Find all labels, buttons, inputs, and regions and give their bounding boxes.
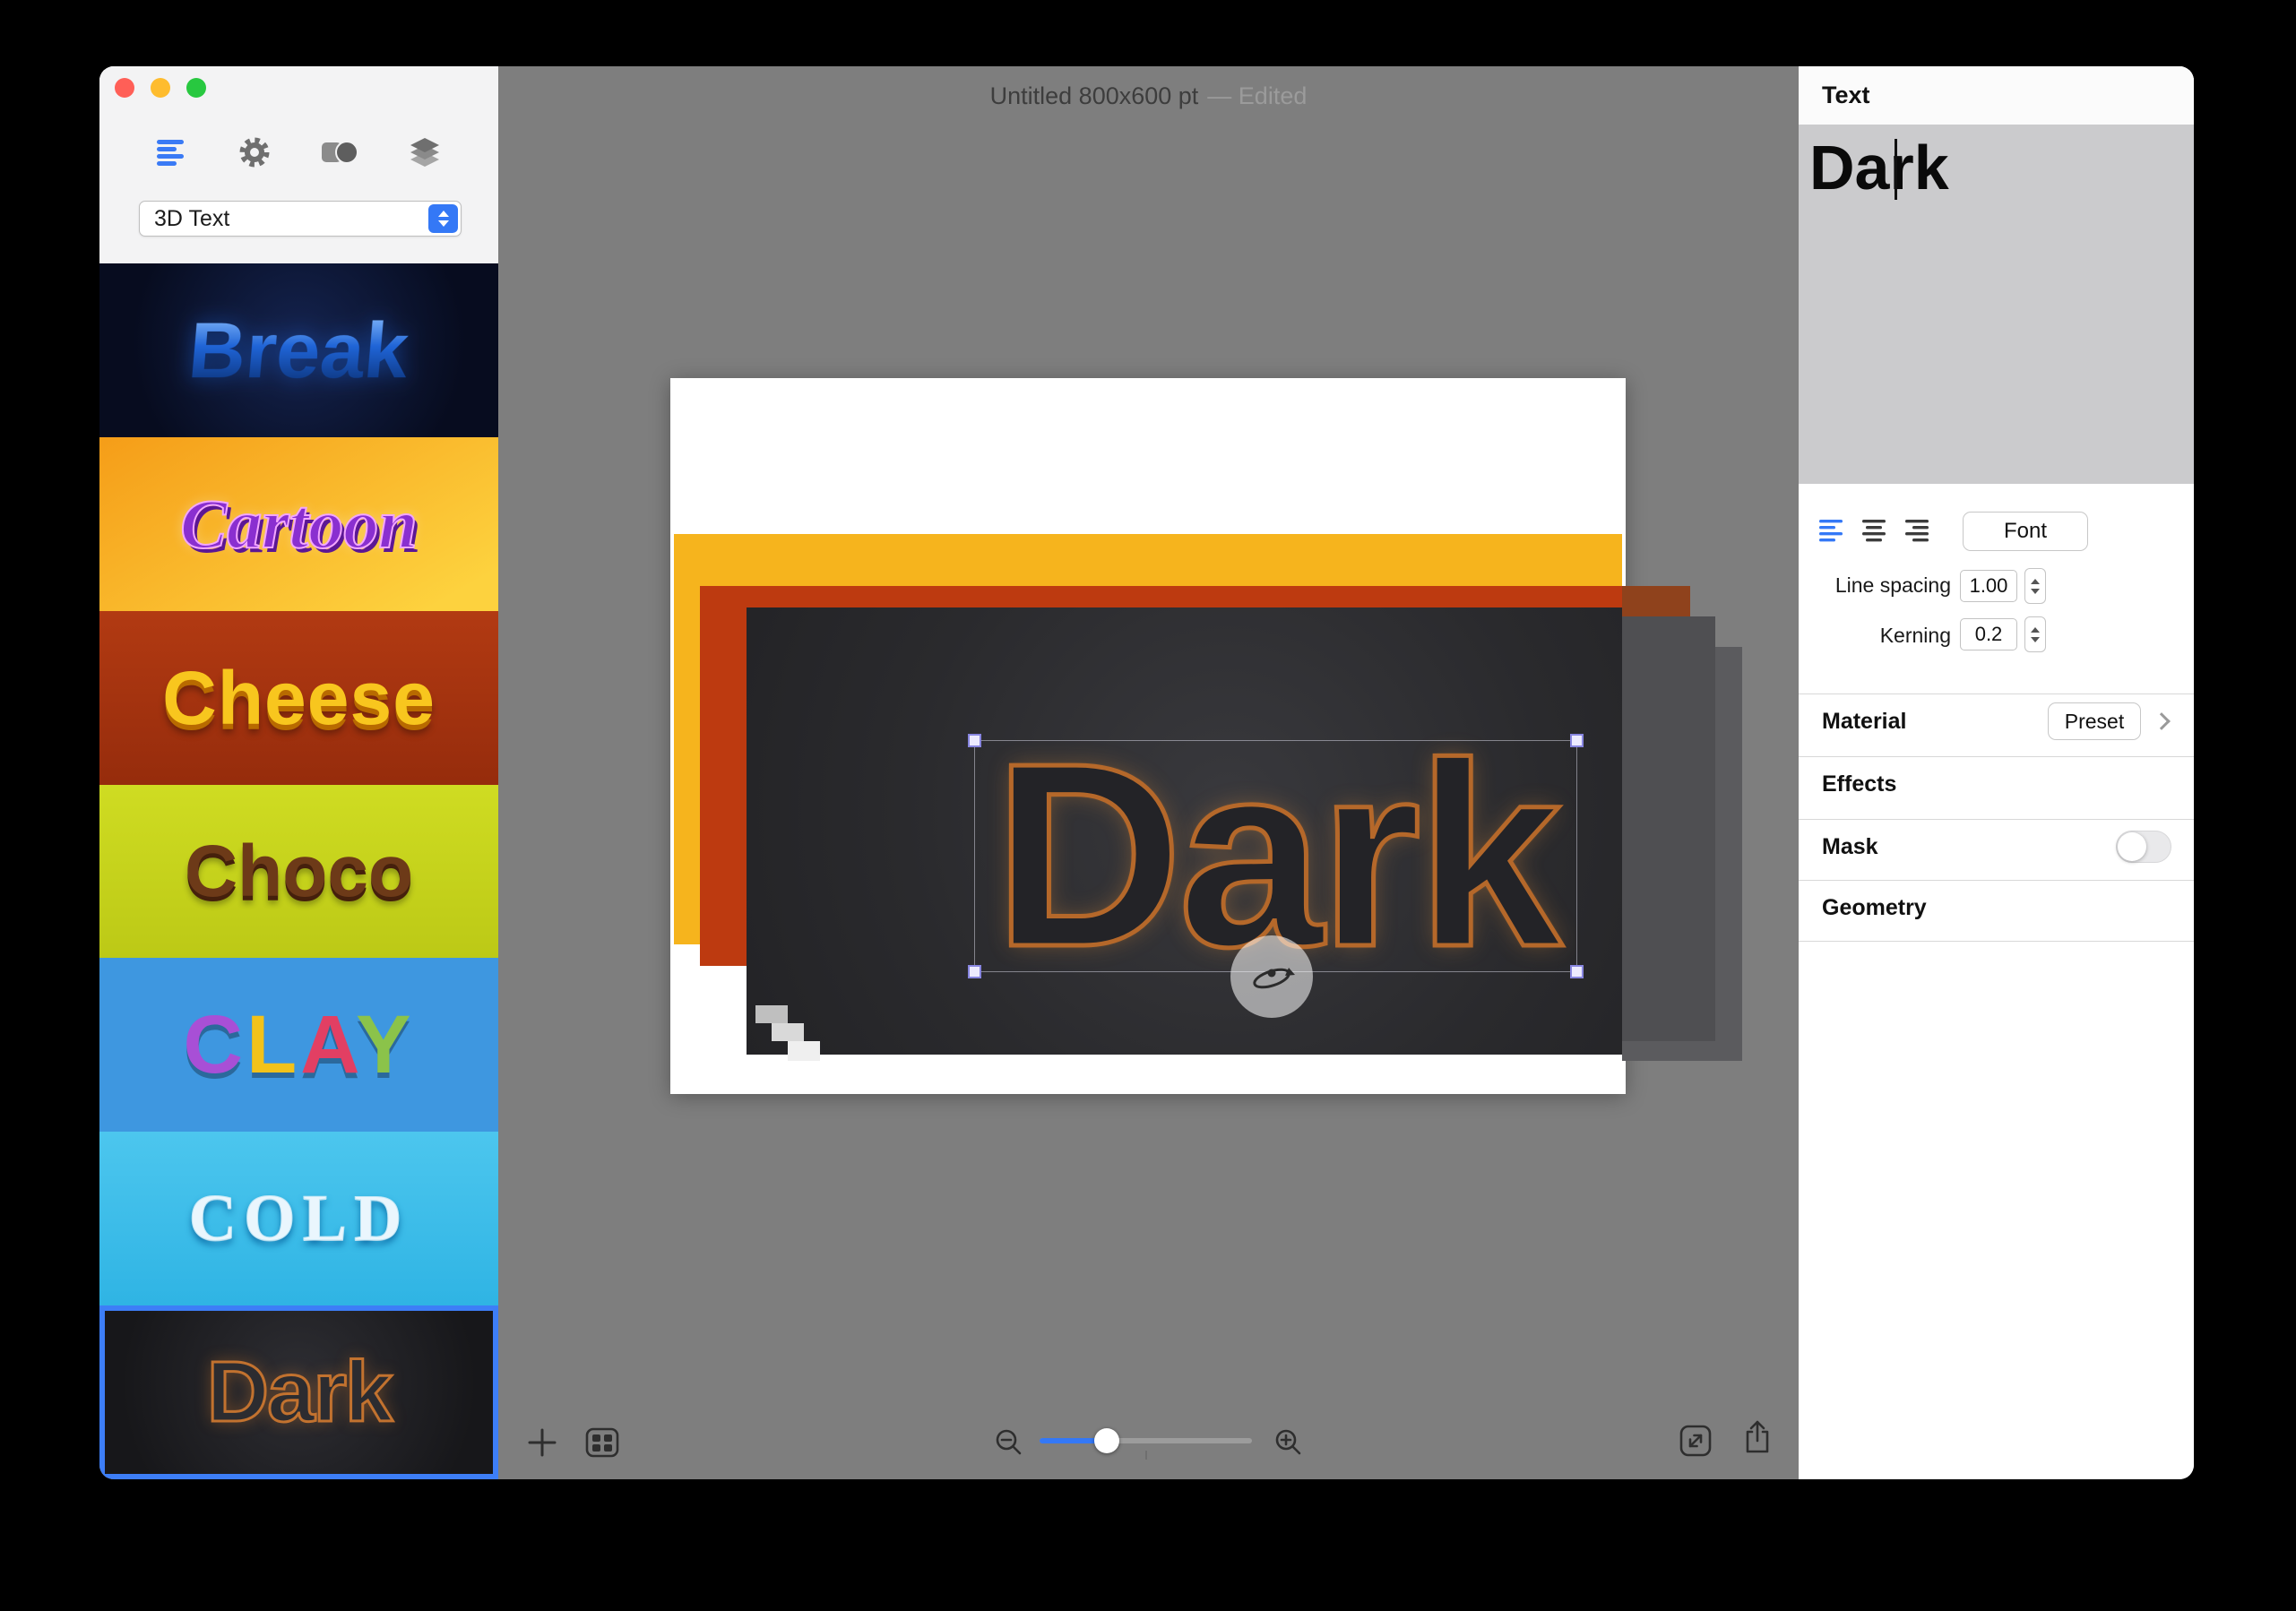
align-right-icon	[1904, 518, 1931, 543]
preset-choco[interactable]: Choco	[99, 785, 498, 959]
preset-break[interactable]: Break	[99, 263, 498, 437]
inspector-header-title: Text	[1822, 66, 1870, 125]
gear-icon	[235, 133, 274, 172]
sidebar-header: 3D Text	[99, 66, 498, 263]
selection-handle-top-left[interactable]	[968, 734, 981, 747]
align-center-button[interactable]	[1860, 518, 1890, 545]
align-left-icon	[1818, 518, 1845, 543]
line-spacing-input[interactable]	[1960, 570, 2017, 602]
material-preset-button[interactable]: Preset	[2048, 702, 2141, 740]
kerning-input[interactable]	[1960, 618, 2017, 650]
chevron-right-icon[interactable]	[2153, 712, 2171, 730]
tab-shapes-button[interactable]	[316, 131, 363, 174]
preset-choco-label: Choco	[185, 835, 413, 909]
rotate-3d-control[interactable]	[1230, 935, 1313, 1018]
magnifier-plus-icon	[1273, 1426, 1305, 1459]
resize-canvas-button[interactable]	[1674, 1419, 1717, 1462]
layer-stack-corner-step	[772, 1023, 804, 1041]
align-left-button[interactable]	[1817, 518, 1847, 545]
layer-stack-corner-step	[755, 1005, 788, 1023]
inspector-panel: Text Dark	[1799, 66, 2194, 1479]
zoom-slider-thumb[interactable]	[1094, 1428, 1119, 1453]
resize-diagonal-icon	[1678, 1423, 1713, 1459]
document-canvas[interactable]: Dark	[670, 378, 1626, 1094]
mask-toggle[interactable]	[2116, 831, 2171, 863]
divider	[1799, 880, 2194, 881]
preset-cheese-label: Cheese	[162, 660, 436, 736]
close-button[interactable]	[115, 78, 134, 98]
rotate-3d-icon	[1245, 950, 1299, 1004]
divider	[1799, 819, 2194, 820]
document-title: Untitled 800x600 pt	[990, 82, 1199, 110]
layer-stack-step-front	[1622, 616, 1715, 1041]
share-icon	[1741, 1417, 1774, 1457]
canvas-area: Untitled 800x600 pt — Edited Dark	[498, 66, 1799, 1479]
template-grid-icon	[584, 1426, 620, 1459]
kerning-stepper[interactable]	[2024, 616, 2046, 652]
app-window: 3D Text Break Cartoon Cheese Choco CLAY	[99, 66, 2194, 1479]
dropdown-stepper-icon	[428, 204, 458, 233]
preset-cartoon[interactable]: Cartoon	[99, 437, 498, 611]
align-right-button[interactable]	[1903, 518, 1933, 545]
selection-handle-bottom-left[interactable]	[968, 965, 981, 978]
divider	[1799, 941, 2194, 942]
document-edited-badge: — Edited	[1207, 82, 1307, 110]
text-content-value: Dark	[1809, 135, 1949, 202]
inspector-header: Text	[1799, 66, 2194, 125]
layer-red-overhang	[1622, 586, 1690, 618]
selection-handle-top-right[interactable]	[1570, 734, 1584, 747]
minimize-button[interactable]	[151, 78, 170, 98]
preset-dark-label: Dark	[207, 1349, 391, 1435]
kerning-label: Kerning	[1799, 624, 1951, 648]
geometry-section-header[interactable]: Geometry	[1822, 895, 1927, 921]
preset-cheese[interactable]: Cheese	[99, 611, 498, 785]
style-category-value: 3D Text	[140, 206, 229, 232]
tab-settings-button[interactable]	[231, 131, 278, 174]
text-content-editor[interactable]: Dark	[1799, 125, 2194, 484]
mask-section-header: Mask	[1822, 834, 1878, 860]
templates-button[interactable]	[581, 1421, 624, 1464]
magnifier-minus-icon	[993, 1426, 1025, 1459]
shapes-icon	[320, 136, 359, 168]
effects-section-header[interactable]: Effects	[1822, 771, 1896, 797]
zoom-slider-center-tick	[1145, 1451, 1147, 1460]
zoom-slider-track[interactable]	[1040, 1438, 1252, 1443]
line-spacing-stepper[interactable]	[2024, 568, 2046, 604]
style-category-dropdown[interactable]: 3D Text	[139, 201, 462, 237]
preset-cold[interactable]: COLD	[99, 1132, 498, 1305]
font-button[interactable]: Font	[1963, 512, 2088, 551]
preset-clay[interactable]: CLAY	[99, 958, 498, 1132]
line-spacing-label: Line spacing	[1799, 573, 1951, 598]
zoom-out-button[interactable]	[988, 1421, 1031, 1464]
share-export-button[interactable]	[1736, 1416, 1779, 1459]
window-titlebar: Untitled 800x600 pt — Edited	[498, 66, 1799, 125]
zoom-button[interactable]	[186, 78, 206, 98]
selection-handle-bottom-right[interactable]	[1570, 965, 1584, 978]
tab-layers-button[interactable]	[401, 131, 448, 174]
preset-cartoon-label: Cartoon	[180, 489, 417, 559]
layers-icon	[407, 136, 443, 168]
preset-dark-selected[interactable]: Dark	[99, 1305, 498, 1479]
list-lines-icon	[153, 138, 189, 167]
divider	[1799, 756, 2194, 757]
sidebar: 3D Text Break Cartoon Cheese Choco CLAY	[99, 66, 498, 1479]
layer-stack-corner-step	[788, 1041, 820, 1061]
plus-icon	[524, 1425, 560, 1460]
preset-clay-label: CLAY	[183, 1004, 414, 1086]
align-center-icon	[1861, 518, 1888, 543]
mask-toggle-knob	[2118, 832, 2146, 861]
preset-cold-label: COLD	[189, 1185, 410, 1252]
text-cursor	[1895, 139, 1897, 200]
add-object-button[interactable]	[521, 1421, 564, 1464]
material-section-header[interactable]: Material	[1822, 709, 1906, 735]
preset-list: Break Cartoon Cheese Choco CLAY COLD Dar…	[99, 263, 498, 1479]
zoom-in-button[interactable]	[1267, 1421, 1310, 1464]
preset-break-label: Break	[186, 311, 411, 390]
tab-presets-button[interactable]	[148, 131, 194, 174]
